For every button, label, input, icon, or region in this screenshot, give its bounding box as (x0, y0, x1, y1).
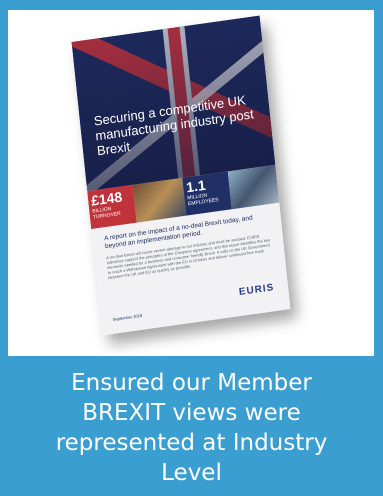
info-card: Securing a competitive UK manufacturing … (0, 0, 383, 496)
stat-turnover: £148 BILLION TURNOVER (87, 184, 137, 230)
report-image-panel: Securing a competitive UK manufacturing … (8, 10, 374, 356)
worker-photo (227, 164, 280, 210)
euris-logo: EURIS (238, 282, 275, 299)
caption-text: Ensured our Member BREXIT views were rep… (0, 368, 383, 488)
report-cover: Securing a competitive UK manufacturing … (71, 15, 291, 336)
report-date: September 2018 (112, 312, 143, 322)
factory-photo (132, 177, 187, 223)
caption-line-3: represented at Industry (55, 430, 328, 456)
stat-employees: 1.1 MILLION EMPLOYEES (182, 171, 232, 216)
caption-line-4: Level (161, 460, 222, 486)
caption-line-1: Ensured our Member (71, 370, 312, 396)
caption-line-2: BREXIT views were (82, 400, 301, 426)
